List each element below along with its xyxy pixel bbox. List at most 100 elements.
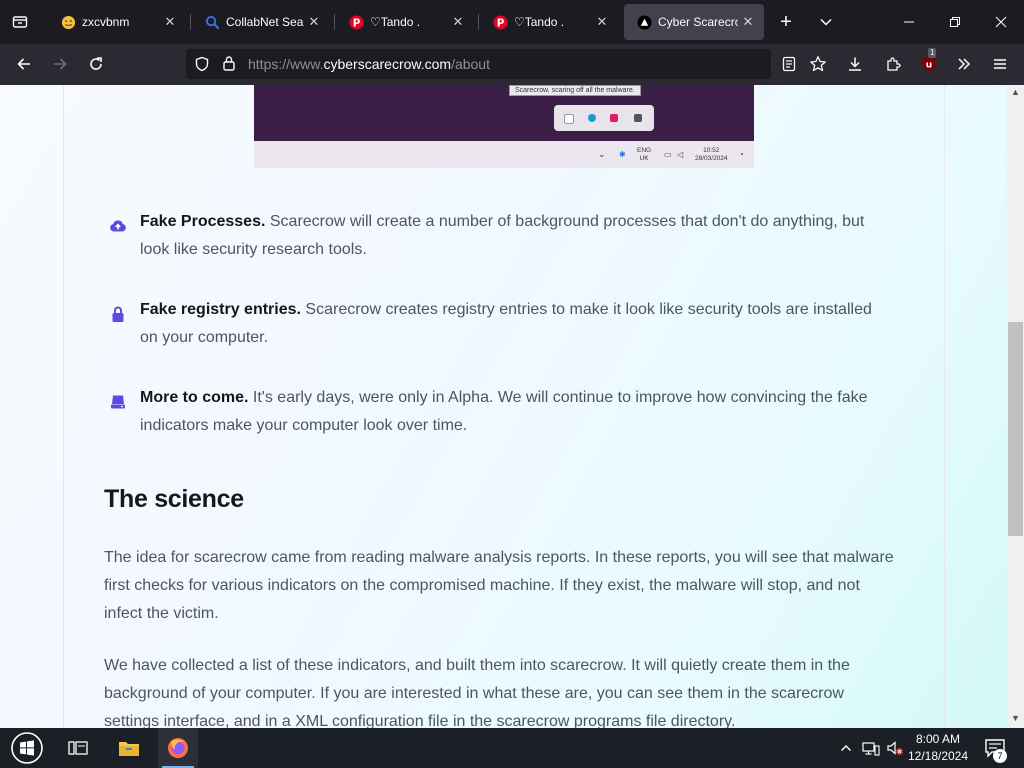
svg-text:u: u bbox=[926, 61, 932, 71]
extension-badge: 1 bbox=[928, 48, 937, 58]
scroll-down-arrow-icon[interactable]: ▼ bbox=[1011, 713, 1020, 723]
navigation-toolbar: https://www.cyberscarecrow.com/about u 1 bbox=[0, 44, 1024, 85]
close-tab-icon[interactable]: ✕ bbox=[738, 12, 758, 32]
close-tab-icon[interactable]: ✕ bbox=[304, 12, 324, 32]
screenshot-clock: 10:52 28/03/2024 bbox=[695, 147, 728, 163]
lang-line2: UK bbox=[639, 155, 649, 162]
restore-icon[interactable] bbox=[943, 10, 967, 34]
feature-text: More to come. It's early days, were only… bbox=[140, 384, 888, 440]
volume-muted-icon[interactable] bbox=[884, 728, 906, 768]
network-icon[interactable] bbox=[860, 728, 882, 768]
feature-title: Fake registry entries. bbox=[140, 301, 301, 318]
scroll-up-arrow-icon[interactable]: ▲ bbox=[1011, 87, 1020, 97]
tab-label: CollabNet SearX bbox=[226, 15, 304, 29]
notification-count-badge: 7 bbox=[993, 749, 1007, 763]
new-tab-icon[interactable]: + bbox=[774, 10, 798, 34]
search-magnifier-icon bbox=[204, 14, 220, 30]
embedded-taskbar-screenshot: Scarecrow, scaring off all the malware. … bbox=[254, 85, 754, 168]
url-prefix: https://www. bbox=[248, 56, 324, 72]
reload-icon[interactable] bbox=[84, 52, 108, 76]
grid-apps-icon bbox=[634, 114, 642, 122]
feature-title: More to come. bbox=[140, 389, 249, 406]
science-paragraph-2: We have collected a list of these indica… bbox=[104, 657, 850, 728]
tab-separator bbox=[478, 14, 479, 30]
emoji-face-icon bbox=[60, 14, 76, 30]
page-viewport: Scarecrow, scaring off all the malware. … bbox=[0, 85, 1007, 728]
url-path: /about bbox=[451, 56, 490, 72]
screenshot-tray-popup bbox=[554, 105, 654, 131]
screenshot-network-icon: ▭ bbox=[664, 150, 672, 159]
close-tab-icon[interactable]: ✕ bbox=[448, 12, 468, 32]
screenshot-bluetooth-icon: ✱ bbox=[619, 150, 626, 159]
tab-label: ♡Tando . bbox=[514, 15, 565, 29]
screenshot-volume-icon: ◁ bbox=[677, 150, 684, 159]
scarecrow-triangle-icon bbox=[636, 14, 652, 30]
tab-collabnet-searx[interactable]: CollabNet SearX ✕ bbox=[192, 4, 330, 40]
url-text[interactable]: https://www.cyberscarecrow.com/about bbox=[248, 56, 490, 72]
tab-zxcvbnm[interactable]: zxcvbnm ✕ bbox=[48, 4, 186, 40]
tab-label: Cyber Scarecrow bbox=[658, 15, 738, 29]
tab-separator bbox=[334, 14, 335, 30]
feature-title: Fake Processes. bbox=[140, 213, 266, 230]
task-view-icon[interactable] bbox=[58, 728, 98, 768]
edge-browser-icon bbox=[588, 114, 596, 122]
screenshot-chevron-icon: ⌄ bbox=[598, 149, 606, 159]
system-clock[interactable]: 8:00 AM 12/18/2024 bbox=[905, 731, 971, 765]
clock-time: 8:00 AM bbox=[915, 732, 961, 746]
windows-taskbar: 8:00 AM 12/18/2024 7 bbox=[0, 728, 1024, 768]
scrollbar-thumb[interactable] bbox=[1008, 322, 1023, 536]
screenshot-bell-icon: ◔ bbox=[739, 150, 744, 159]
bookmark-star-icon[interactable] bbox=[809, 55, 827, 78]
tab-label: zxcvbnm bbox=[82, 15, 130, 29]
minimize-icon[interactable] bbox=[897, 10, 921, 34]
slack-icon bbox=[610, 114, 618, 122]
clock-date: 12/18/2024 bbox=[907, 749, 969, 763]
extensions-puzzle-icon[interactable] bbox=[881, 52, 905, 76]
pinterest-icon: P bbox=[492, 14, 508, 30]
feature-description: It's early days, were only in Alpha. We … bbox=[140, 389, 868, 434]
url-domain: cyberscarecrow.com bbox=[323, 56, 452, 72]
show-hidden-icons-chevron-icon[interactable] bbox=[836, 728, 856, 768]
back-arrow-icon[interactable] bbox=[12, 52, 36, 76]
close-tab-icon[interactable]: ✕ bbox=[592, 12, 612, 32]
pinterest-icon: P bbox=[348, 14, 364, 30]
action-center-notification-icon[interactable]: 7 bbox=[978, 728, 1012, 768]
lock-padlock-icon[interactable] bbox=[222, 55, 236, 76]
svg-text:P: P bbox=[352, 17, 360, 29]
firefox-view-icon[interactable] bbox=[8, 10, 32, 34]
science-heading: The science bbox=[104, 485, 244, 513]
tab-separator bbox=[190, 14, 191, 30]
tray-app-icon bbox=[564, 114, 574, 124]
screenshot-taskbar: ⌄ ✱ ENG UK ▭ ◁ 10:52 28/03/2024 ◔ bbox=[254, 141, 754, 168]
screenshot-time: 10:52 bbox=[703, 147, 720, 154]
list-all-tabs-chevron-icon[interactable] bbox=[814, 10, 838, 34]
close-tab-icon[interactable]: ✕ bbox=[160, 12, 180, 32]
lang-line1: ENG bbox=[637, 147, 652, 154]
file-explorer-folder-icon[interactable] bbox=[108, 728, 150, 768]
reader-view-icon[interactable] bbox=[781, 56, 797, 77]
firefox-taskbar-icon[interactable] bbox=[158, 728, 198, 768]
screenshot-language: ENG UK bbox=[637, 147, 651, 163]
feature-text: Fake Processes. Scarecrow will create a … bbox=[140, 208, 888, 264]
svg-text:P: P bbox=[496, 17, 504, 29]
server-icon bbox=[109, 393, 127, 411]
close-window-icon[interactable] bbox=[989, 10, 1013, 34]
screenshot-tooltip: Scarecrow, scaring off all the malware. bbox=[509, 85, 641, 96]
hamburger-menu-icon[interactable] bbox=[988, 52, 1012, 76]
science-paragraph-1: The idea for scarecrow came from reading… bbox=[104, 549, 894, 622]
downloads-icon[interactable] bbox=[843, 52, 867, 76]
tab-bar: zxcvbnm ✕ CollabNet SearX ✕ P ♡Tando . ✕… bbox=[0, 0, 1024, 44]
more-tools-chevrons-icon[interactable] bbox=[952, 52, 976, 76]
feature-text: Fake registry entries. Scarecrow creates… bbox=[140, 296, 888, 352]
tab-pinterest-2[interactable]: P ♡Tando . ✕ bbox=[480, 4, 618, 40]
start-windows-icon[interactable] bbox=[6, 728, 48, 768]
screenshot-date: 28/03/2024 bbox=[695, 155, 728, 162]
url-bar[interactable]: https://www.cyberscarecrow.com/about bbox=[186, 49, 826, 79]
ublock-origin-icon[interactable]: u 1 bbox=[917, 48, 941, 76]
tab-cyber-scarecrow[interactable]: Cyber Scarecrow ✕ bbox=[624, 4, 764, 40]
tracking-protection-shield-icon[interactable] bbox=[194, 56, 210, 77]
tab-label: ♡Tando . bbox=[370, 15, 421, 29]
cloud-upload-icon bbox=[109, 217, 127, 235]
tab-pinterest-1[interactable]: P ♡Tando . ✕ bbox=[336, 4, 474, 40]
forward-arrow-icon[interactable] bbox=[48, 52, 72, 76]
